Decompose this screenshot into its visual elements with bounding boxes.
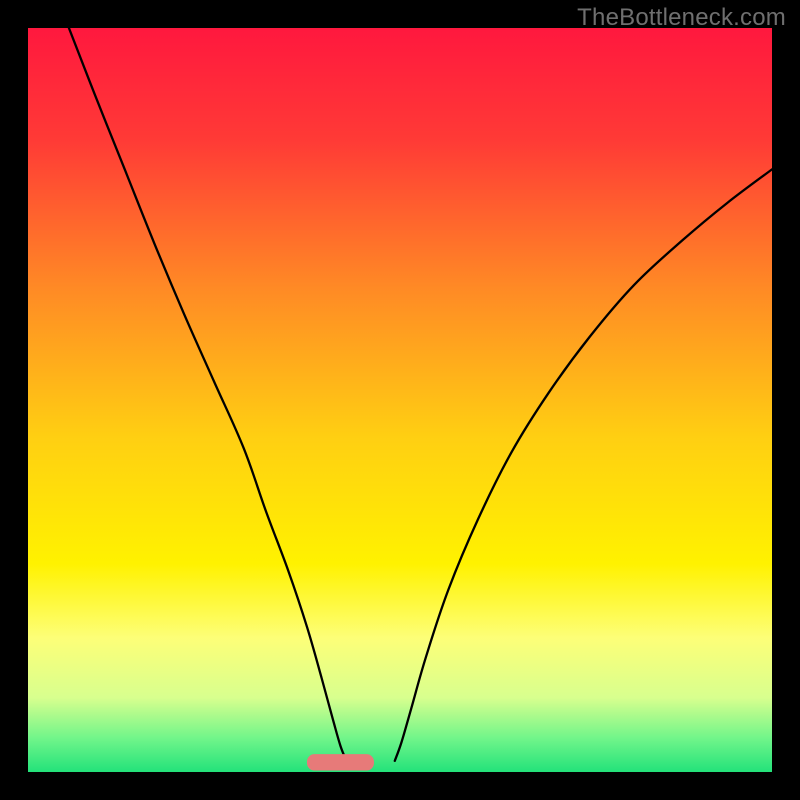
chart-area [28,28,772,772]
chart-svg [28,28,772,772]
chart-background [28,28,772,772]
trough-marker [307,754,374,770]
outer-frame: TheBottleneck.com [0,0,800,800]
